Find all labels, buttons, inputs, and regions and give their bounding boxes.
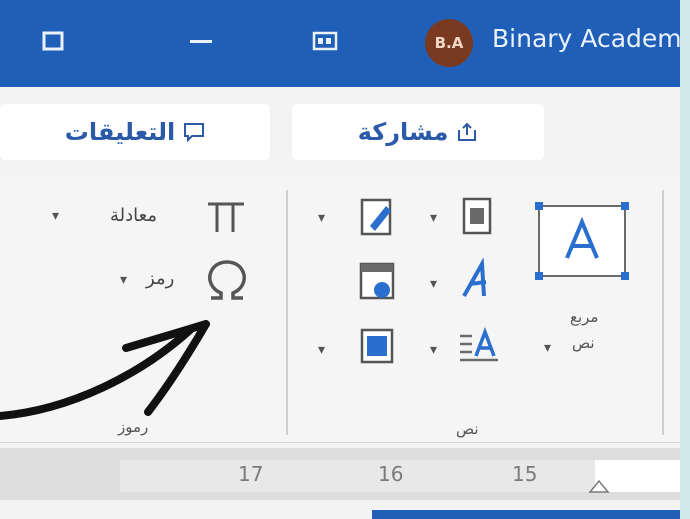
- group-separator: [286, 190, 288, 435]
- text-box-dropdown-icon[interactable]: ▾: [544, 340, 551, 356]
- text-group-label: نص: [456, 420, 479, 438]
- display-options-icon[interactable]: [312, 30, 338, 52]
- indent-marker-icon[interactable]: [588, 478, 610, 494]
- share-label: مشاركة: [357, 118, 449, 146]
- text-box-label-line2: نص: [572, 334, 595, 352]
- window-edge: [680, 0, 690, 519]
- date-time-icon[interactable]: [358, 260, 402, 304]
- group-separator: [662, 190, 664, 435]
- minimize-icon[interactable]: [188, 30, 214, 52]
- document-accent: [372, 510, 680, 519]
- equation-dropdown-icon[interactable]: ▾: [52, 208, 59, 224]
- share-icon: [458, 122, 477, 141]
- account-avatar[interactable]: B.A: [425, 19, 473, 67]
- symbol-label: رمز: [146, 268, 175, 289]
- wordart-icon[interactable]: [458, 258, 498, 302]
- account-name[interactable]: Binary Academy: [492, 24, 680, 53]
- text-box-label-line1: مربع: [570, 308, 599, 326]
- restore-icon[interactable]: [40, 30, 66, 52]
- ruler-mark: 17: [238, 462, 264, 486]
- object-dropdown-icon[interactable]: ▾: [318, 342, 325, 358]
- ruler-mark: 16: [378, 462, 404, 486]
- omega-symbol-icon[interactable]: [203, 258, 251, 304]
- quick-parts-icon[interactable]: [358, 196, 400, 240]
- object-icon[interactable]: [358, 326, 400, 368]
- equation-label: معادلة: [110, 205, 157, 226]
- share-button[interactable]: مشاركة: [292, 104, 544, 160]
- signature-dropdown-icon[interactable]: ▾: [430, 210, 437, 226]
- drop-cap-icon[interactable]: [458, 326, 502, 366]
- comments-label: التعليقات: [64, 118, 176, 146]
- signature-line-icon[interactable]: [460, 196, 496, 238]
- quickparts-dropdown-icon[interactable]: ▾: [318, 210, 325, 226]
- text-box-icon[interactable]: [533, 200, 631, 282]
- comment-icon: [184, 123, 205, 142]
- equation-button[interactable]: معادلة: [110, 205, 157, 226]
- wordart-dropdown-icon[interactable]: ▾: [430, 276, 437, 292]
- avatar-initials: B.A: [434, 34, 464, 52]
- symbol-button[interactable]: رمز: [146, 268, 174, 289]
- pi-equation-icon[interactable]: [205, 196, 247, 236]
- symbol-dropdown-icon[interactable]: ▾: [120, 272, 127, 288]
- ruler-mark: 15: [512, 462, 538, 486]
- dropcap-dropdown-icon[interactable]: ▾: [430, 342, 437, 358]
- comments-button[interactable]: التعليقات: [0, 104, 270, 160]
- annotation-arrow: [0, 320, 210, 420]
